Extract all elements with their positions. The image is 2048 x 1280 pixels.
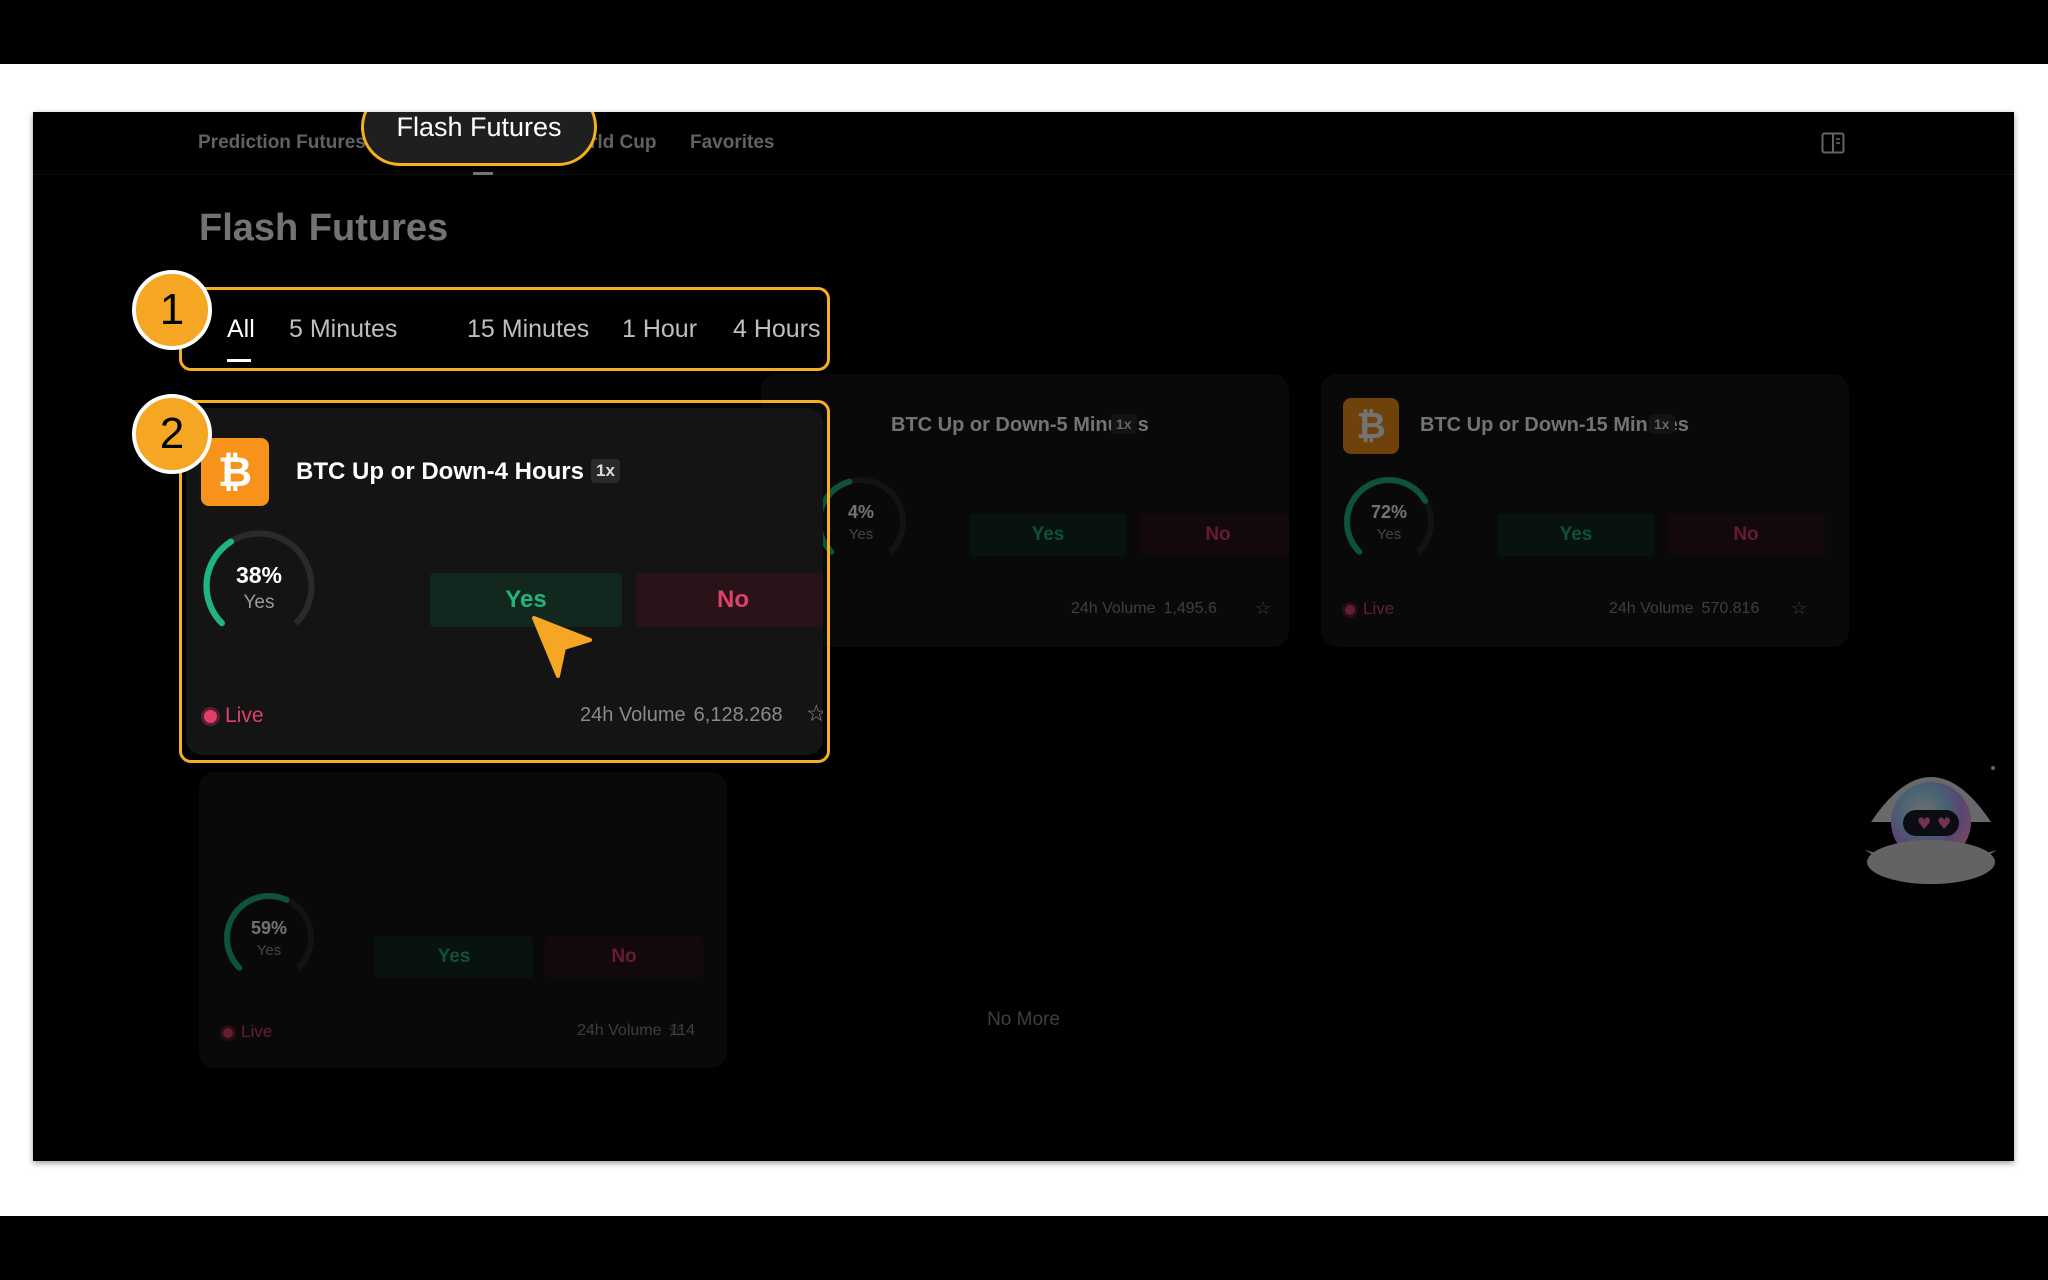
gauge-percent: 59% bbox=[250, 918, 288, 938]
svg-text:♥: ♥ bbox=[1937, 814, 1951, 833]
nav-tooltip-flash-futures[interactable]: Flash Futures bbox=[361, 112, 597, 166]
volume-value: 1,495.6 bbox=[1163, 600, 1217, 617]
no-button[interactable]: No bbox=[545, 936, 703, 978]
book-icon[interactable] bbox=[1821, 132, 1845, 154]
live-label: Live bbox=[1363, 599, 1395, 618]
leverage-badge: 1x bbox=[1111, 414, 1137, 434]
svg-text:♥: ♥ bbox=[1917, 814, 1931, 833]
letterbox-bottom bbox=[0, 1216, 2048, 1280]
gauge-caption: Yes bbox=[1376, 526, 1402, 543]
nav-favorites[interactable]: Favorites bbox=[690, 132, 774, 154]
gauge-caption: Yes bbox=[256, 942, 282, 959]
favorite-star-icon[interactable]: ☆ bbox=[1255, 598, 1271, 619]
nav-world-cup[interactable]: rld Cup bbox=[590, 132, 657, 154]
bitcoin-logo-icon: ₿ bbox=[1343, 398, 1399, 454]
favorite-star-icon[interactable]: ☆ bbox=[1791, 598, 1807, 619]
volume: 24h Volume 570.816 bbox=[1609, 600, 1759, 618]
market-card-5-minutes[interactable]: BTC Up or Down-5 Minutes 1x 4% Yes Yes N… bbox=[761, 374, 1289, 647]
nav-prediction-futures[interactable]: Prediction Futures bbox=[198, 132, 366, 154]
gauge-percent: 72% bbox=[1370, 502, 1408, 522]
yes-button[interactable]: Yes bbox=[1497, 514, 1655, 556]
no-button[interactable]: No bbox=[1139, 514, 1289, 556]
highlight-tabs bbox=[179, 287, 830, 371]
top-nav: Prediction Futures rld Cup Favorites bbox=[33, 112, 2014, 175]
leverage-badge: 1x bbox=[1649, 414, 1675, 434]
step-badge-2: 2 bbox=[132, 394, 212, 474]
yes-button[interactable]: Yes bbox=[375, 936, 533, 978]
app-window: Prediction Futures rld Cup Favorites Fla… bbox=[33, 112, 2014, 1161]
volume: 24h Volume 1,495.6 bbox=[1071, 600, 1217, 618]
cursor-arrow-icon bbox=[532, 616, 592, 678]
yes-button[interactable]: Yes bbox=[969, 514, 1127, 556]
no-button[interactable]: No bbox=[1667, 514, 1825, 556]
live-dot-icon bbox=[1345, 604, 1355, 615]
probability-gauge: 59% Yes bbox=[221, 890, 317, 986]
highlight-card bbox=[179, 400, 830, 763]
step-badge-1: 1 bbox=[132, 270, 212, 350]
volume-label: 24h Volume bbox=[1071, 600, 1156, 617]
assistant-mascot-icon[interactable]: ♥ ♥ bbox=[1861, 752, 2001, 902]
live-indicator: Live bbox=[1345, 599, 1394, 619]
page-title: Flash Futures bbox=[199, 207, 449, 249]
probability-gauge: 72% Yes bbox=[1341, 474, 1437, 570]
market-card-15-minutes[interactable]: ₿ BTC Up or Down-15 Minutes 1x 72% Yes Y… bbox=[1321, 374, 1849, 647]
nav-active-indicator bbox=[473, 172, 493, 175]
volume-label: 24h Volume bbox=[1609, 600, 1694, 617]
volume-value: 570.816 bbox=[1701, 600, 1760, 617]
letterbox-top bbox=[0, 0, 2048, 64]
no-more-label: No More bbox=[987, 1009, 1060, 1030]
